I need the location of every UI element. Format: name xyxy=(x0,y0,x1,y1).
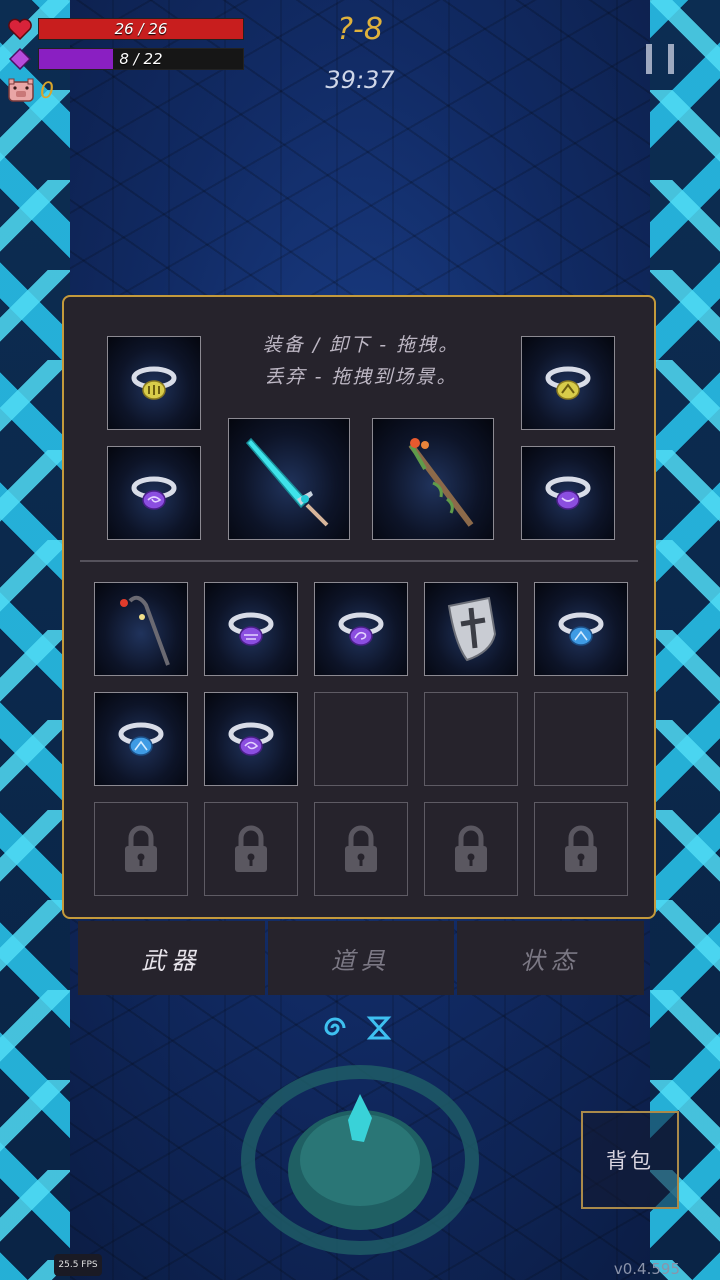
purple-ring-icon xyxy=(131,476,177,510)
lock-icon xyxy=(345,825,377,872)
bag-slot-locked-1 xyxy=(94,802,188,896)
equip-slot-weapon-1[interactable] xyxy=(228,418,350,540)
run-timer: 39:37 xyxy=(325,66,395,94)
bag-slot-6[interactable] xyxy=(94,692,188,786)
blue-ring-icon xyxy=(118,722,164,756)
inventory-hint: 装备 / 卸下 - 拖拽。 丢弃 - 拖拽到场景。 xyxy=(214,329,508,393)
hint-equip: 装备 / 卸下 - 拖拽。 xyxy=(262,334,460,356)
tab-items[interactable]: 道具 xyxy=(267,921,455,995)
purple-ring-icon xyxy=(545,476,591,510)
equip-slot-ring-bottom-right[interactable] xyxy=(521,446,615,540)
bag-slot-1[interactable] xyxy=(94,582,188,676)
bag-slot-9[interactable] xyxy=(424,692,518,786)
active-buffs xyxy=(320,1015,392,1041)
bag-slot-locked-2 xyxy=(204,802,298,896)
yellow-ring-icon xyxy=(545,366,591,400)
bag-slot-8[interactable] xyxy=(314,692,408,786)
hourglass-icon xyxy=(366,1016,392,1040)
pause-icon[interactable] xyxy=(646,44,674,74)
purple-ring-icon xyxy=(228,722,274,756)
bag-slot-2[interactable] xyxy=(204,582,298,676)
purple-ring-icon xyxy=(338,612,384,646)
backpack-button[interactable]: 背包 xyxy=(581,1111,679,1209)
yellow-ring-icon xyxy=(131,366,177,400)
blue-ring-icon xyxy=(558,612,604,646)
equip-slot-ring-top-left[interactable] xyxy=(107,336,201,430)
lock-icon xyxy=(235,825,267,872)
inventory-divider xyxy=(80,560,638,562)
inventory-panel: 装备 / 卸下 - 拖拽。 丢弃 - 拖拽到场景。 xyxy=(62,295,656,919)
joystick[interactable] xyxy=(240,1060,480,1260)
fps-counter: 25.5 FPS xyxy=(54,1254,102,1276)
bag-slot-5[interactable] xyxy=(534,582,628,676)
hint-discard: 丢弃 - 拖拽到场景。 xyxy=(264,366,458,388)
bag-slot-locked-4 xyxy=(424,802,518,896)
bag-slot-10[interactable] xyxy=(534,692,628,786)
crystal-wall-left xyxy=(0,0,70,1280)
lock-icon xyxy=(125,825,157,872)
equip-slot-ring-top-right[interactable] xyxy=(521,336,615,430)
equip-slot-ring-bottom-left[interactable] xyxy=(107,446,201,540)
bag-slot-3[interactable] xyxy=(314,582,408,676)
equip-slot-weapon-2[interactable] xyxy=(372,418,494,540)
lock-icon xyxy=(565,825,597,872)
purple-ring-icon xyxy=(228,612,274,646)
wooden-staff-icon xyxy=(408,438,474,527)
level-indicator: ?-8 xyxy=(337,12,383,47)
shield-icon xyxy=(447,596,497,662)
swirl-icon xyxy=(324,1017,346,1036)
dark-staff-icon xyxy=(120,595,170,666)
inventory-tabs: 武器 道具 状态 xyxy=(78,921,645,995)
tab-status[interactable]: 状态 xyxy=(457,921,645,995)
bag-slot-4[interactable] xyxy=(424,582,518,676)
tab-weapons[interactable]: 武器 xyxy=(78,921,265,995)
bag-slot-locked-3 xyxy=(314,802,408,896)
cyan-sword-icon xyxy=(245,437,329,527)
bag-slot-7[interactable] xyxy=(204,692,298,786)
crystal-wall-right xyxy=(650,0,720,1280)
version-label: v0.4.595 xyxy=(613,1260,680,1278)
bag-slot-locked-5 xyxy=(534,802,628,896)
lock-icon xyxy=(455,825,487,872)
